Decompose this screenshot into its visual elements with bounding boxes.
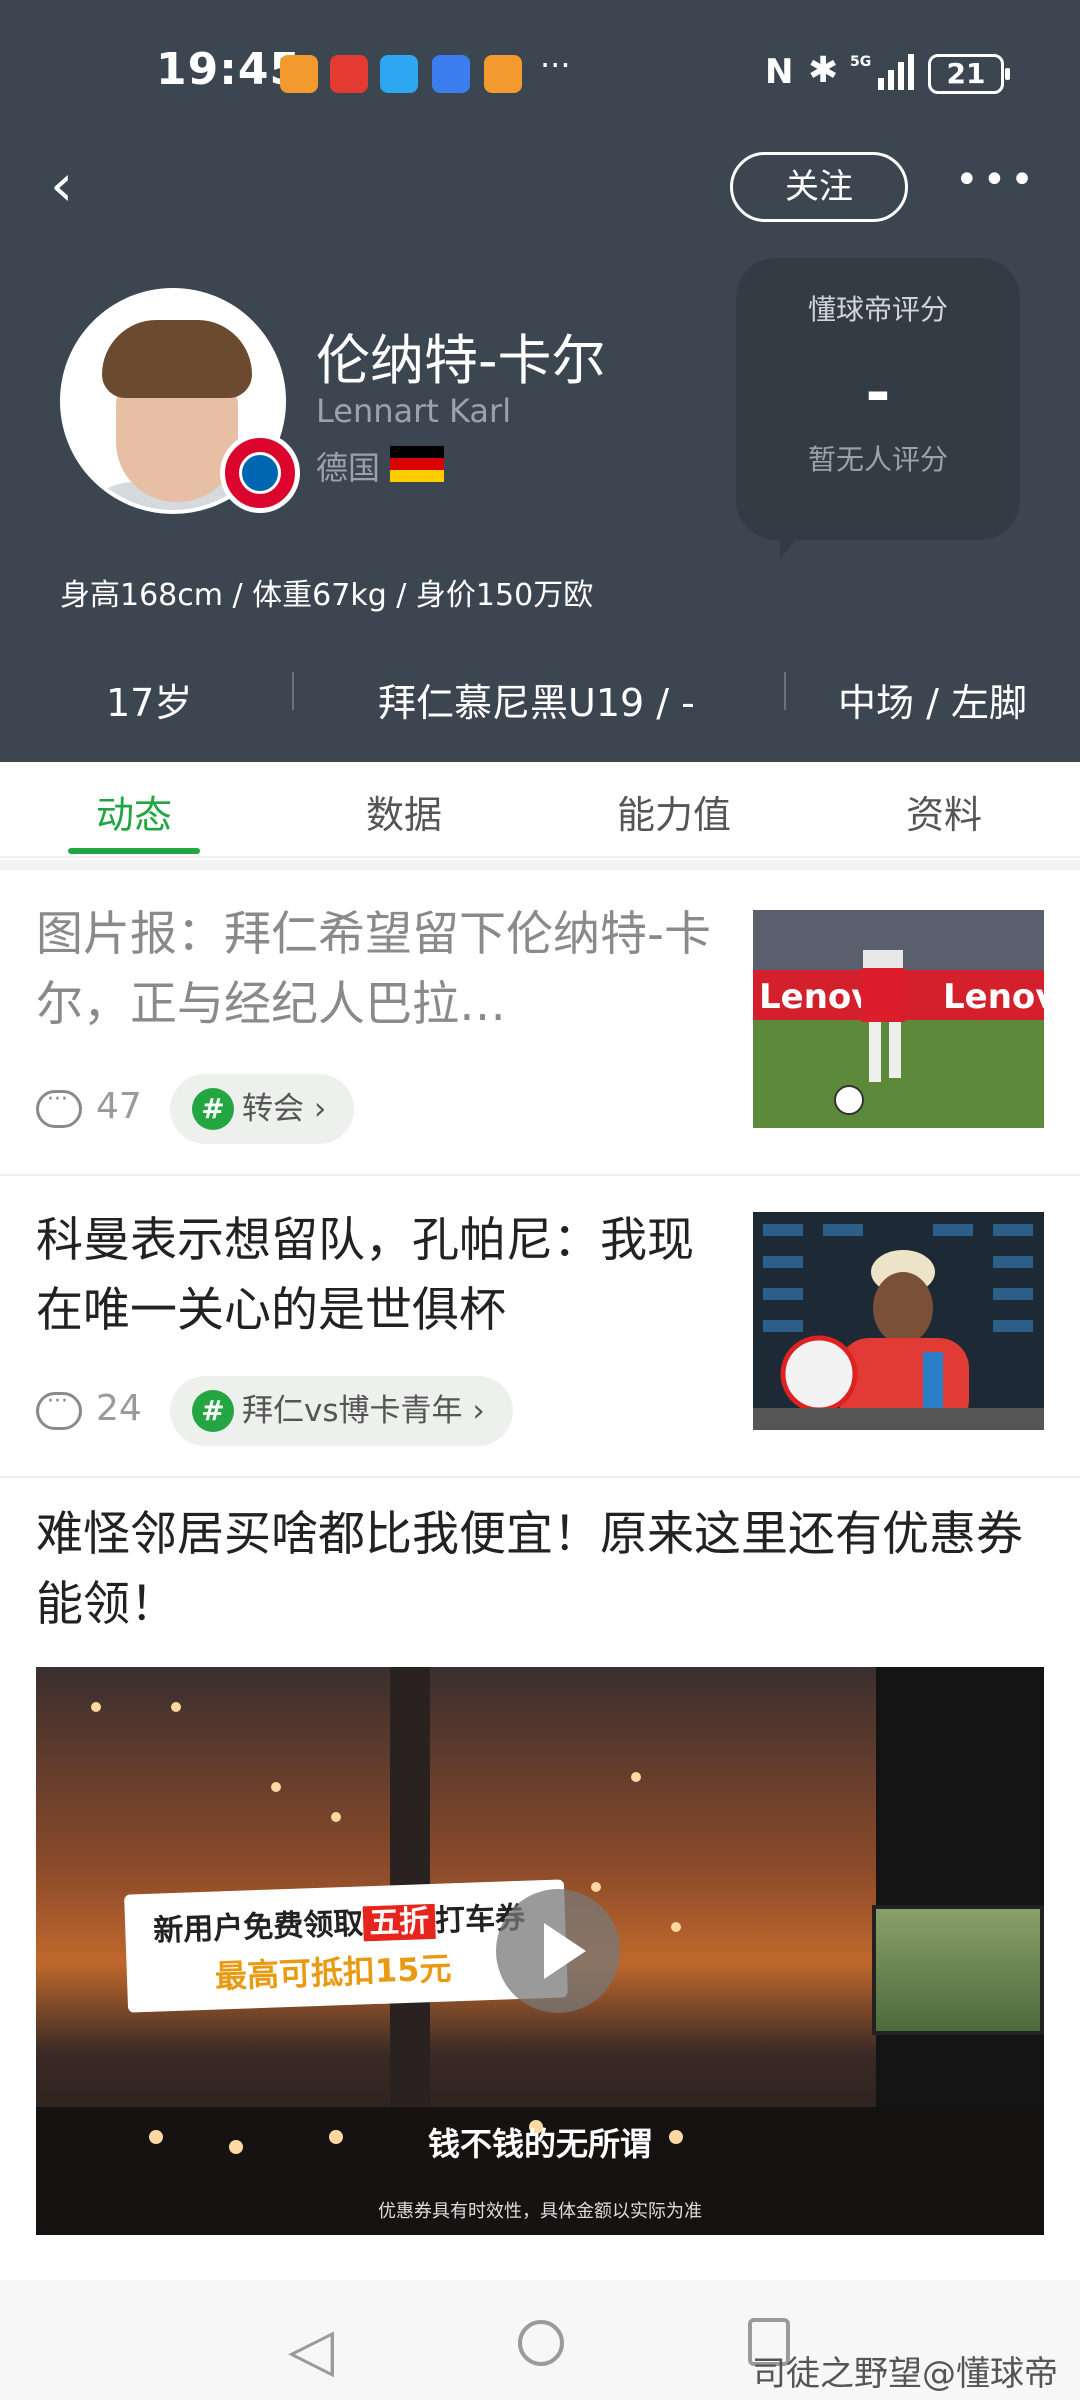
ad-fine-print: 优惠券具有时效性，具体金额以实际为准 (378, 2201, 702, 2222)
battery-icon: 21 (928, 54, 1010, 94)
article-title[interactable]: 图片报：拜仁希望留下伦纳特-卡尔，正与经纪人巴拉… (36, 900, 716, 1040)
watermark: 司徒之野望@懂球帝 (752, 2354, 1058, 2394)
nfc-icon: N (765, 52, 794, 92)
topic-tag-label: 拜仁vs博卡青年 › (242, 1393, 485, 1429)
ad-item[interactable]: 难怪邻居买啥都比我便宜！原来这里还有优惠券能领！ (0, 1478, 1080, 1632)
billboard (872, 1905, 1044, 2035)
play-icon[interactable] (496, 1889, 620, 2013)
ad-video-thumbnail[interactable]: 新用户免费领取 五折 打车券 最高可抵扣15元 钱不钱的无所谓 优惠券具有时效性，具… (36, 1667, 1044, 2235)
back-arrow-icon[interactable]: ‹ (50, 155, 100, 215)
divider (292, 672, 294, 710)
message-notification-icon (380, 55, 418, 93)
comment-icon (36, 1389, 82, 1430)
hashtag-icon: # (192, 1390, 234, 1432)
rating-value: - (865, 358, 891, 428)
app-notification-icon (280, 55, 318, 93)
rating-subtitle: 暂无人评分 (807, 443, 948, 476)
tab-profile[interactable]: 资料 (844, 784, 1044, 839)
status-bar: 19:45 ··· N ✱ 5G 21 (0, 0, 1080, 145)
app-notification-icon (330, 55, 368, 93)
player-nationality: 德国 (316, 449, 381, 487)
more-notifications-icon: ··· (540, 46, 571, 84)
divider (784, 672, 786, 710)
player-header: 19:45 ··· N ✱ 5G 21 ‹ 关注 ••• 伦纳特-卡尔 Lenn… (0, 0, 1080, 762)
club-badge-icon (220, 433, 300, 513)
nav-home-icon[interactable] (518, 2320, 564, 2366)
topic-tag[interactable]: # 转会 › (170, 1074, 355, 1144)
article-thumbnail[interactable] (753, 1212, 1044, 1430)
rating-card[interactable]: 懂球帝评分 - 暂无人评分 (736, 258, 1020, 560)
article-thumbnail[interactable]: Lenovo Lenovo (753, 910, 1044, 1128)
bluetooth-icon: ✱ (808, 50, 839, 91)
hashtag-icon: # (192, 1088, 234, 1130)
nav-back-icon[interactable]: ◁ (288, 2320, 334, 2380)
article-item[interactable]: 科曼表示想留队，孔帕尼：我现在唯一关心的是世俱杯 24 # 拜仁vs博卡青年 › (0, 1176, 1080, 1476)
divider (0, 860, 1080, 870)
press-conference-photo (753, 1212, 1044, 1430)
tab-feed[interactable]: 动态 (34, 784, 234, 839)
signal-icon: 5G (850, 54, 914, 90)
comment-count: 47 (96, 1086, 142, 1127)
player-position: 中场 / 左脚 (838, 681, 1027, 725)
comment-icon (36, 1087, 82, 1128)
app-notification-icon (484, 55, 522, 93)
germany-flag-icon (390, 446, 444, 482)
article-item[interactable]: 图片报：拜仁希望留下伦纳特-卡尔，正与经纪人巴拉… Lenovo Lenovo … (0, 870, 1080, 1174)
football-photo: Lenovo Lenovo (753, 910, 1044, 1128)
tab-ability[interactable]: 能力值 (574, 784, 774, 839)
topic-tag[interactable]: # 拜仁vs博卡青年 › (170, 1376, 513, 1446)
svg-text:5G: 5G (850, 54, 871, 70)
follow-button[interactable]: 关注 (730, 152, 908, 222)
player-name: 伦纳特-卡尔 (316, 329, 606, 392)
tab-bar: 动态 数据 能力值 资料 (0, 762, 1080, 858)
active-tab-indicator (68, 848, 200, 854)
article-title[interactable]: 科曼表示想留队，孔帕尼：我现在唯一关心的是世俱杯 (36, 1206, 716, 1346)
ad-subtitle: 钱不钱的无所谓 (427, 2125, 652, 2163)
player-age: 17岁 (106, 681, 193, 725)
app-notification-icon (432, 55, 470, 93)
comment-count: 24 (96, 1388, 142, 1429)
player-body-info: 身高168cm / 体重67kg / 身价150万欧 (60, 578, 594, 613)
topic-tag-label: 转会 › (242, 1091, 327, 1127)
more-options-icon[interactable]: ••• (955, 160, 1034, 210)
rating-title: 懂球帝评分 (807, 293, 948, 326)
tab-data[interactable]: 数据 (304, 784, 504, 839)
player-club: 拜仁慕尼黑U19 / - (378, 681, 695, 725)
player-english-name: Lennart Karl (316, 392, 512, 430)
svg-text:Lenovo: Lenovo (943, 977, 1044, 1017)
ad-title[interactable]: 难怪邻居买啥都比我便宜！原来这里还有优惠券能领！ (36, 1500, 1046, 1640)
